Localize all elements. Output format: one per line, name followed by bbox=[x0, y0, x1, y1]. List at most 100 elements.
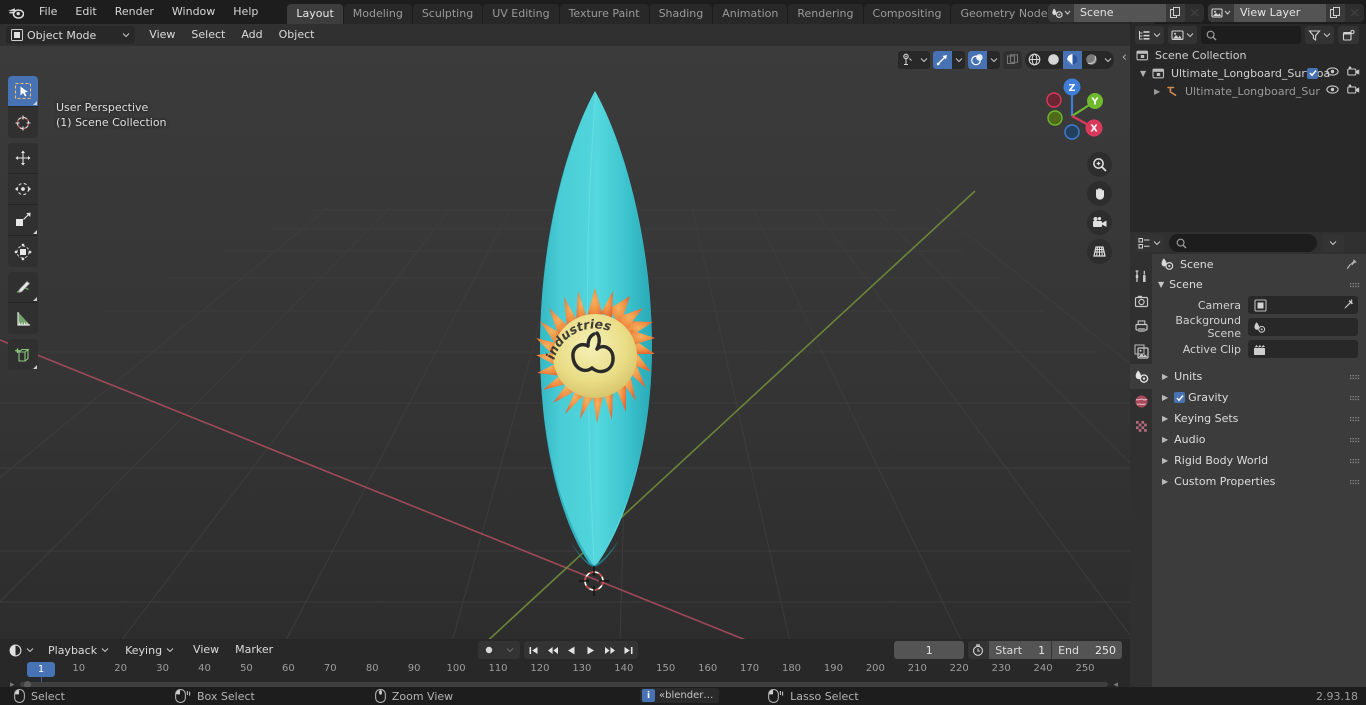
new-view-layer-button[interactable] bbox=[1326, 3, 1345, 22]
panel-header-audio[interactable]: ▶ Audio bbox=[1152, 429, 1366, 450]
shading-mode-group[interactable] bbox=[1025, 50, 1114, 69]
visibility-icon[interactable] bbox=[898, 51, 917, 69]
properties-content[interactable]: Scene ▼ Scene Camera Background Scene Ac… bbox=[1152, 254, 1366, 687]
disclosure-triangle-right-icon[interactable]: ▶ bbox=[1162, 393, 1168, 402]
scene-name-field[interactable]: Scene bbox=[1074, 3, 1166, 22]
menu-help[interactable]: Help bbox=[224, 3, 267, 21]
tool-scale[interactable] bbox=[8, 205, 38, 236]
navigation-gizmo[interactable]: Z Y X bbox=[1036, 74, 1108, 146]
outliner-filter-dropdown[interactable] bbox=[1305, 26, 1334, 44]
menu-file[interactable]: File bbox=[30, 3, 66, 21]
property-row-camera[interactable]: Camera bbox=[1152, 294, 1366, 316]
camera-render-icon[interactable] bbox=[1347, 66, 1360, 80]
timeline-editor[interactable]: Playback Keying View Marker 1 Start 1 En… bbox=[0, 639, 1130, 705]
remove-view-layer-button[interactable] bbox=[1345, 3, 1364, 22]
outliner-editor[interactable]: Scene Collection ▼ Ultimate_Longboard_Su… bbox=[1130, 24, 1366, 232]
workspace-tab-modeling[interactable]: Modeling bbox=[343, 4, 412, 24]
properties-editor[interactable]: Scene ▼ Scene Camera Background Scene Ac… bbox=[1130, 232, 1366, 687]
viewport-menu-select[interactable]: Select bbox=[183, 26, 233, 44]
frame-range-controls[interactable]: 1 Start 1 End 250 bbox=[894, 641, 1122, 659]
start-frame-field[interactable]: Start 1 bbox=[989, 641, 1052, 659]
properties-tab-world[interactable] bbox=[1130, 389, 1152, 414]
disclosure-triangle-down-icon[interactable]: ▼ bbox=[1140, 69, 1152, 78]
chevron-down-icon[interactable] bbox=[917, 51, 930, 69]
view-layer-selector[interactable]: View Layer bbox=[1208, 3, 1364, 22]
mode-selector[interactable]: Object Mode bbox=[6, 26, 136, 44]
collection-checkbox[interactable] bbox=[1307, 67, 1318, 79]
properties-tab-view-layer[interactable] bbox=[1130, 339, 1152, 364]
outliner-display-mode-selector[interactable] bbox=[1168, 26, 1197, 44]
auto-keying-icon[interactable] bbox=[478, 641, 499, 659]
workspace-tab-rendering[interactable]: Rendering bbox=[788, 4, 863, 24]
disclosure-triangle-right-icon[interactable]: ▶ bbox=[1162, 435, 1168, 444]
active-clip-field[interactable] bbox=[1248, 340, 1358, 358]
menu-render[interactable]: Render bbox=[106, 3, 163, 21]
auto-keying-group[interactable] bbox=[478, 641, 520, 659]
status-scene-statistics[interactable]: i «blender… bbox=[640, 688, 720, 703]
shading-material-preview-icon[interactable] bbox=[1063, 50, 1082, 69]
outliner-row-object[interactable]: ▶ Ultimate_Longboard_Sur bbox=[1130, 82, 1366, 100]
timeline-menu-marker[interactable]: Marker bbox=[227, 641, 281, 659]
properties-tab-render[interactable] bbox=[1130, 289, 1152, 314]
panel-header-rigid-body-world[interactable]: ▶ Rigid Body World bbox=[1152, 450, 1366, 471]
camera-view-icon[interactable] bbox=[1087, 210, 1112, 235]
chevron-down-icon[interactable] bbox=[1101, 51, 1114, 69]
shading-solid-icon[interactable] bbox=[1044, 51, 1063, 69]
properties-tab-output[interactable] bbox=[1130, 314, 1152, 339]
view-layer-icon[interactable] bbox=[1208, 3, 1234, 22]
use-preview-range-icon[interactable] bbox=[968, 641, 988, 659]
menu-window[interactable]: Window bbox=[163, 3, 224, 21]
eye-icon[interactable] bbox=[1326, 66, 1339, 80]
workspace-tab-shading[interactable]: Shading bbox=[649, 4, 713, 24]
tool-transform[interactable] bbox=[8, 236, 38, 267]
tool-cursor[interactable] bbox=[8, 107, 38, 138]
properties-editor-type-selector[interactable] bbox=[1135, 234, 1164, 252]
next-keyframe-button[interactable] bbox=[600, 641, 619, 659]
tool-move[interactable] bbox=[8, 143, 38, 174]
blender-logo-icon[interactable] bbox=[0, 0, 30, 24]
play-button[interactable] bbox=[581, 641, 600, 659]
viewport-menu-view[interactable]: View bbox=[141, 26, 183, 44]
playback-dropdown[interactable]: Playback bbox=[43, 641, 115, 659]
frame-transport-group[interactable] bbox=[524, 641, 638, 659]
timeline-menu-view[interactable]: View bbox=[185, 641, 227, 659]
workspace-tabs[interactable]: Layout Modeling Sculpting UV Editing Texture… bbox=[287, 0, 1155, 24]
xray-toggle[interactable] bbox=[1003, 50, 1022, 69]
new-scene-button[interactable] bbox=[1166, 3, 1185, 22]
timeline-editor-type-selector[interactable] bbox=[6, 641, 37, 659]
disclosure-triangle-right-icon[interactable]: ▶ bbox=[1162, 477, 1168, 486]
camera-field[interactable] bbox=[1248, 296, 1358, 314]
timeline-ruler[interactable]: 10 20 30 40 50 60 70 80 90 100 110 120 130 140 150 160 1… bbox=[0, 661, 1130, 705]
previous-keyframe-button[interactable] bbox=[543, 641, 562, 659]
outliner-row-object-collection[interactable]: ▼ Ultimate_Longboard_Surfboa bbox=[1130, 64, 1366, 82]
ortho-persp-icon[interactable] bbox=[1087, 239, 1112, 264]
xray-icon[interactable] bbox=[1003, 51, 1022, 69]
outliner-row-toggles[interactable] bbox=[1326, 82, 1360, 100]
overlays-toggle-icon[interactable] bbox=[968, 50, 987, 69]
workspace-tab-geometry-nodes[interactable]: Geometry Nodes bbox=[951, 4, 1063, 24]
shading-wireframe-icon[interactable] bbox=[1025, 51, 1044, 69]
gizmo-toggle-icon[interactable] bbox=[933, 50, 952, 69]
gizmo-dropdown[interactable] bbox=[933, 50, 965, 69]
workspace-tab-layout[interactable]: Layout bbox=[287, 4, 343, 24]
camera-render-icon[interactable] bbox=[1347, 84, 1360, 98]
eyedropper-icon[interactable] bbox=[1342, 298, 1355, 314]
timeline-playhead[interactable]: 1 bbox=[27, 662, 55, 677]
viewport-toolbar[interactable] bbox=[8, 76, 38, 375]
pan-hand-icon[interactable] bbox=[1087, 181, 1112, 206]
property-row-active-clip[interactable]: Active Clip bbox=[1152, 338, 1366, 360]
panel-header-custom-properties[interactable]: ▶ Custom Properties bbox=[1152, 471, 1366, 492]
background-scene-field[interactable] bbox=[1248, 318, 1358, 336]
outliner-editor-type-selector[interactable] bbox=[1135, 26, 1164, 44]
outliner-row-scene-collection[interactable]: Scene Collection bbox=[1130, 46, 1366, 64]
disclosure-triangle-right-icon[interactable]: ▶ bbox=[1162, 372, 1168, 381]
play-reverse-button[interactable] bbox=[562, 641, 581, 659]
end-frame-field[interactable]: End 250 bbox=[1052, 641, 1122, 659]
jump-to-end-button[interactable] bbox=[619, 641, 638, 659]
3d-viewport[interactable]: industries Object Mode View Select Add O… bbox=[0, 24, 1130, 639]
scene-data-icon[interactable] bbox=[1048, 3, 1074, 22]
delete-scene-button[interactable] bbox=[1185, 3, 1204, 22]
overlays-dropdown[interactable] bbox=[968, 50, 1000, 69]
workspace-tab-uv-editing[interactable]: UV Editing bbox=[483, 4, 559, 24]
outliner-tree[interactable]: Scene Collection ▼ Ultimate_Longboard_Su… bbox=[1130, 46, 1366, 232]
